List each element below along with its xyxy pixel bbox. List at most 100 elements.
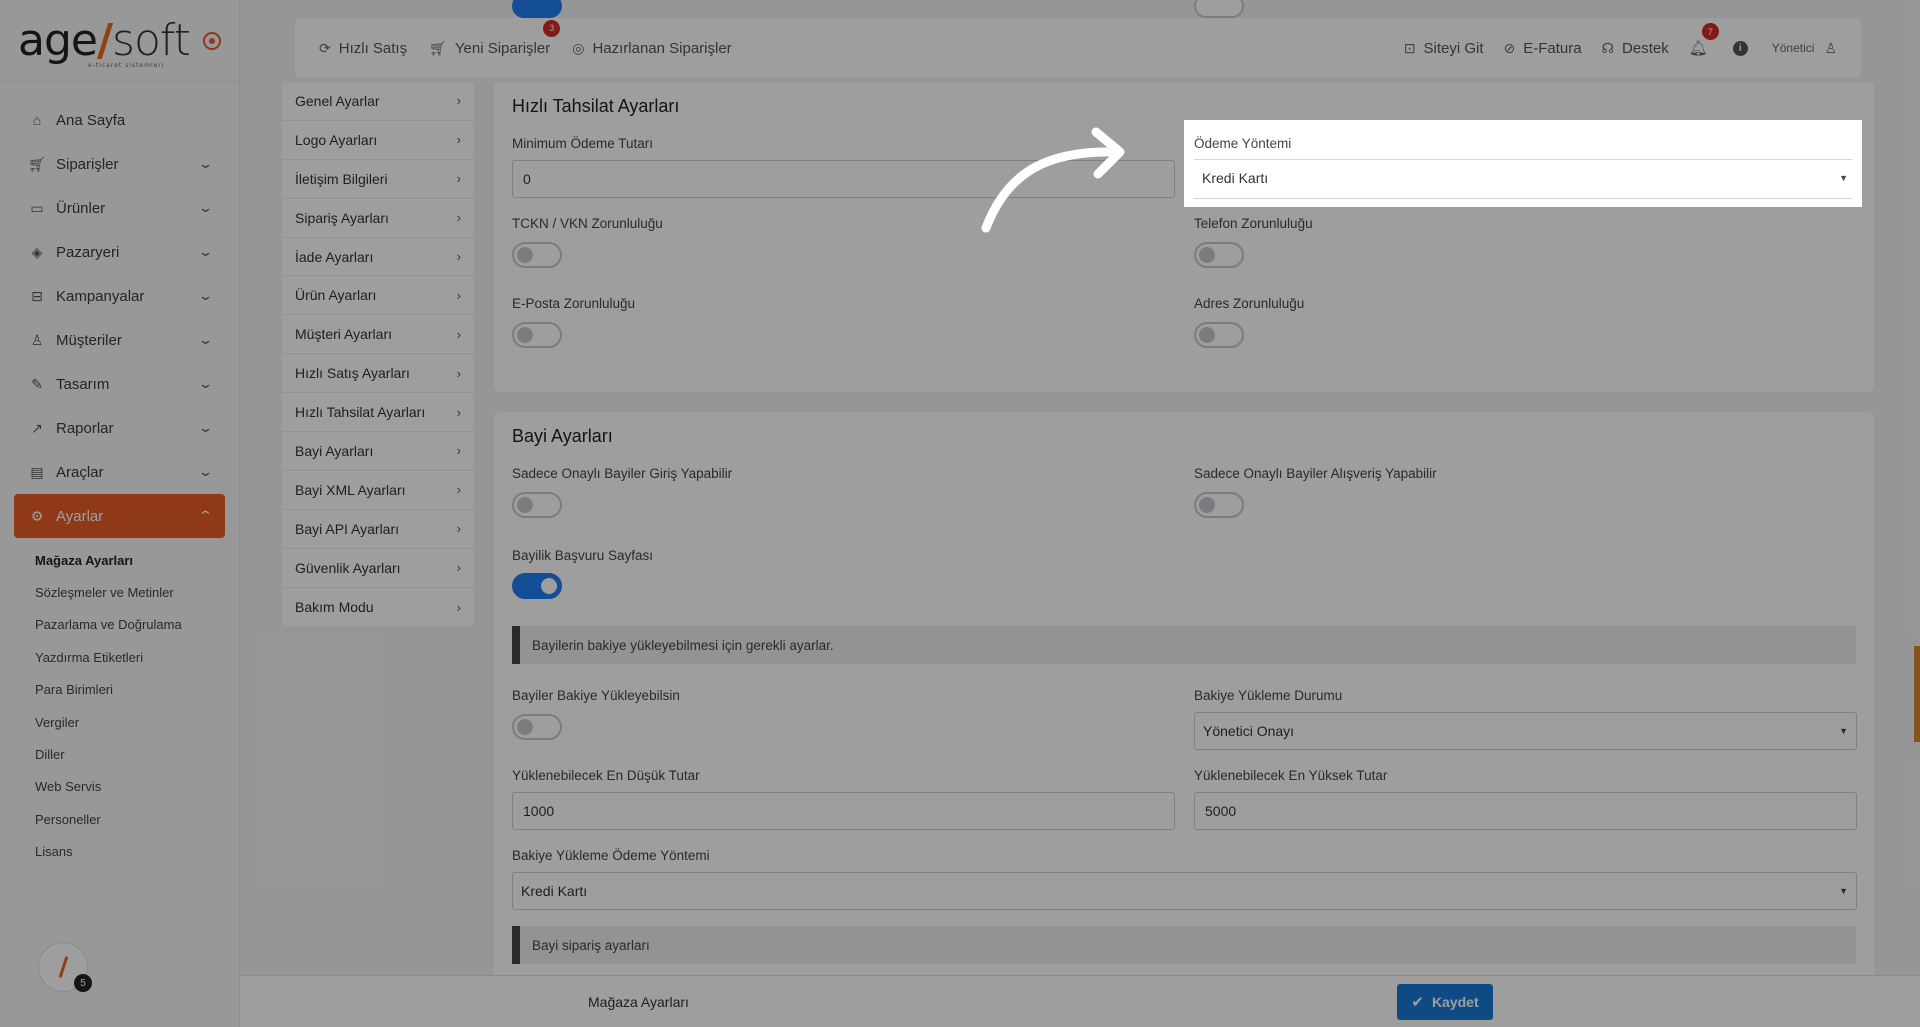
payment-method-select[interactable]: Kredi Kartı <box>1202 170 1268 186</box>
load-payment-select[interactable]: Kredi Kartı ▼ <box>512 872 1857 910</box>
chevron-right-icon: › <box>456 560 461 576</box>
min-load-input[interactable]: 1000 <box>512 792 1175 830</box>
sidebar-item-label: Siparişler <box>56 155 119 173</box>
chevron-right-icon: › <box>456 482 461 498</box>
tckn-toggle[interactable] <box>512 242 562 268</box>
save-button[interactable]: ✔ Kaydet <box>1397 984 1493 1020</box>
load-status-select[interactable]: Yönetici Onayı ▼ <box>1194 712 1857 750</box>
chevron-right-icon: › <box>456 365 461 381</box>
chevron-down-icon: ⌄ <box>197 156 214 171</box>
approved-login-label: Sadece Onaylı Bayiler Giriş Yapabilir <box>512 466 733 481</box>
settings-menu-bayi-xml[interactable]: Bayi XML Ayarları › <box>282 471 474 510</box>
sidebar-item-raporlar[interactable]: ↗ Raporlar ⌄ <box>0 406 239 450</box>
payment-method-label: Ödeme Yöntemi <box>1194 136 1292 151</box>
toggle-knob <box>1199 247 1215 263</box>
sidebar-item-ayarlar[interactable]: ⚙ Ayarlar ⌃ <box>14 494 225 538</box>
sidebar-item-ana-sayfa[interactable]: ⌂ Ana Sayfa <box>0 98 239 142</box>
sidebar-item-araclar[interactable]: ▤ Araçlar ⌄ <box>0 450 239 494</box>
prepared-orders-icon: ◎ <box>572 39 585 56</box>
headset-icon: ☊ <box>1601 39 1615 56</box>
sidebar-item-label: Tasarım <box>56 375 110 393</box>
toggle-knob <box>517 247 533 263</box>
chevron-down-icon: ⌄ <box>197 200 214 215</box>
new-orders-link[interactable]: 🛒︎ Yeni Siparişler 3 <box>429 19 561 57</box>
support-label: Destek <box>1622 39 1669 57</box>
settings-menu-guvenlik[interactable]: Güvenlik Ayarları › <box>282 549 474 588</box>
settings-menu-logo[interactable]: Logo Ayarları › <box>282 121 474 160</box>
address-toggle[interactable] <box>1194 322 1244 348</box>
sidebar-item-siparisler[interactable]: 🛒︎ Siparişler ⌄ <box>0 142 239 186</box>
sidebar-item-kampanyalar[interactable]: ⊟ Kampanyalar ⌄ <box>0 274 239 318</box>
settings-menu-bayi[interactable]: Bayi Ayarları › <box>282 432 474 471</box>
chevron-right-icon: › <box>456 93 461 109</box>
submenu-item-sozlesmeler[interactable]: Sözleşmeler ve Metinler <box>35 576 239 608</box>
settings-menu-bakim[interactable]: Bakım Modu › <box>282 588 474 627</box>
gear-icon: ⚙ <box>30 507 44 524</box>
quick-collection-title: Hızlı Tahsilat Ayarları <box>512 96 680 116</box>
submenu-item-web-servis[interactable]: Web Servis <box>35 771 239 803</box>
chevron-down-icon: ⌄ <box>197 288 214 303</box>
logo[interactable]: age/soft e-ticaret sistemleri <box>18 18 191 68</box>
submenu-item-diller[interactable]: Diller <box>35 738 239 770</box>
e-invoice-link[interactable]: ⊘ E-Fatura <box>1504 40 1582 57</box>
settings-menu-musteri[interactable]: Müşteri Ayarları › <box>282 315 474 355</box>
submenu-item-lisans[interactable]: Lisans <box>35 836 239 868</box>
quick-sale-link[interactable]: ⟳ Hızlı Satış <box>319 40 407 57</box>
settings-menu-hizli-tahsilat[interactable]: Hızlı Tahsilat Ayarları › <box>282 393 474 433</box>
settings-menu-label: Bayi API Ayarları <box>295 520 400 537</box>
target-icon[interactable] <box>203 31 221 50</box>
gift-icon: ⊟ <box>31 287 43 304</box>
submenu-item-para-birimleri[interactable]: Para Birimleri <box>35 674 239 706</box>
can-load-toggle[interactable] <box>512 714 562 740</box>
new-orders-label: Yeni Siparişler <box>454 39 551 57</box>
approved-login-toggle[interactable] <box>512 492 562 518</box>
settings-menu-urun[interactable]: Ürün Ayarları › <box>282 276 474 316</box>
submenu-item-magaza-ayarlari[interactable]: Mağaza Ayarları <box>35 544 239 576</box>
chevron-up-icon: ⌃ <box>197 508 214 523</box>
submenu-item-personeller[interactable]: Personeller <box>35 803 239 835</box>
settings-menu-genel[interactable]: Genel Ayarlar › <box>282 82 474 121</box>
submenu-item-vergiler[interactable]: Vergiler <box>35 706 239 738</box>
support-link[interactable]: ☊ Destek <box>1602 40 1669 57</box>
settings-menu-iletisim[interactable]: İletişim Bilgileri › <box>282 160 474 199</box>
submenu-item-pazarlama[interactable]: Pazarlama ve Doğrulama <box>35 609 239 641</box>
sidebar-item-label: Ana Sayfa <box>56 111 126 129</box>
sidebar-item-musteriler[interactable]: ♙ Müşteriler ⌄ <box>0 318 239 362</box>
settings-menu-bayi-api[interactable]: Bayi API Ayarları › <box>282 510 474 549</box>
settings-menu-hizli-satis[interactable]: Hızlı Satış Ayarları › <box>282 354 474 394</box>
approved-shop-toggle[interactable] <box>1194 492 1244 518</box>
sidebar-item-urunler[interactable]: ▭ Ürünler ⌄ <box>0 186 239 230</box>
bell-icon: 🔔︎ <box>1688 40 1708 57</box>
logo-text-soft: soft <box>112 14 191 66</box>
application-page-toggle[interactable] <box>512 573 562 599</box>
notifications-button[interactable]: 🔔︎ 7 <box>1688 23 1719 57</box>
go-site-link[interactable]: ⊡ Siteyi Git <box>1404 40 1484 57</box>
dealer-card: Bayi Ayarları Sadece Onaylı Bayiler Giri… <box>494 412 1874 982</box>
chevron-right-icon: › <box>456 599 461 615</box>
sidebar-item-label: Araçlar <box>56 463 104 481</box>
prepared-orders-link[interactable]: ◎ Hazırlanan Siparişler <box>572 40 731 57</box>
info-icon[interactable]: i <box>1732 40 1748 56</box>
email-toggle[interactable] <box>512 322 562 348</box>
sidebar-item-pazaryeri[interactable]: ◈ Pazaryeri ⌄ <box>0 230 239 274</box>
notifications-badge: 7 <box>1701 23 1719 40</box>
toggle-knob <box>517 497 533 513</box>
settings-menu-label: Bakım Modu <box>295 599 374 616</box>
chevron-right-icon: › <box>456 287 461 303</box>
settings-menu-siparis[interactable]: Sipariş Ayarları › <box>282 199 474 238</box>
submenu-item-yazdirma[interactable]: Yazdırma Etiketleri <box>35 641 239 673</box>
order-note: Bayi sipariş ayarları <box>512 926 1856 964</box>
peek-toggle-on[interactable] <box>512 0 562 18</box>
box-icon: ◈ <box>31 243 43 260</box>
address-label: Adres Zorunluluğu <box>1194 296 1305 311</box>
settings-menu-iade[interactable]: İade Ayarları › <box>282 238 474 277</box>
user-menu[interactable]: Yönetici ♙ <box>1772 40 1837 57</box>
clipboard-icon: ▤ <box>30 463 44 480</box>
max-load-input[interactable]: 5000 <box>1194 792 1857 830</box>
phone-toggle[interactable] <box>1194 242 1244 268</box>
tckn-label: TCKN / VKN Zorunluluğu <box>512 216 663 231</box>
sidebar-item-tasarim[interactable]: ✎ Tasarım ⌄ <box>0 362 239 406</box>
peek-toggle-off[interactable] <box>1194 0 1244 18</box>
scroll-indicator[interactable] <box>1914 646 1920 742</box>
chevron-down-icon: ⌄ <box>197 332 214 347</box>
